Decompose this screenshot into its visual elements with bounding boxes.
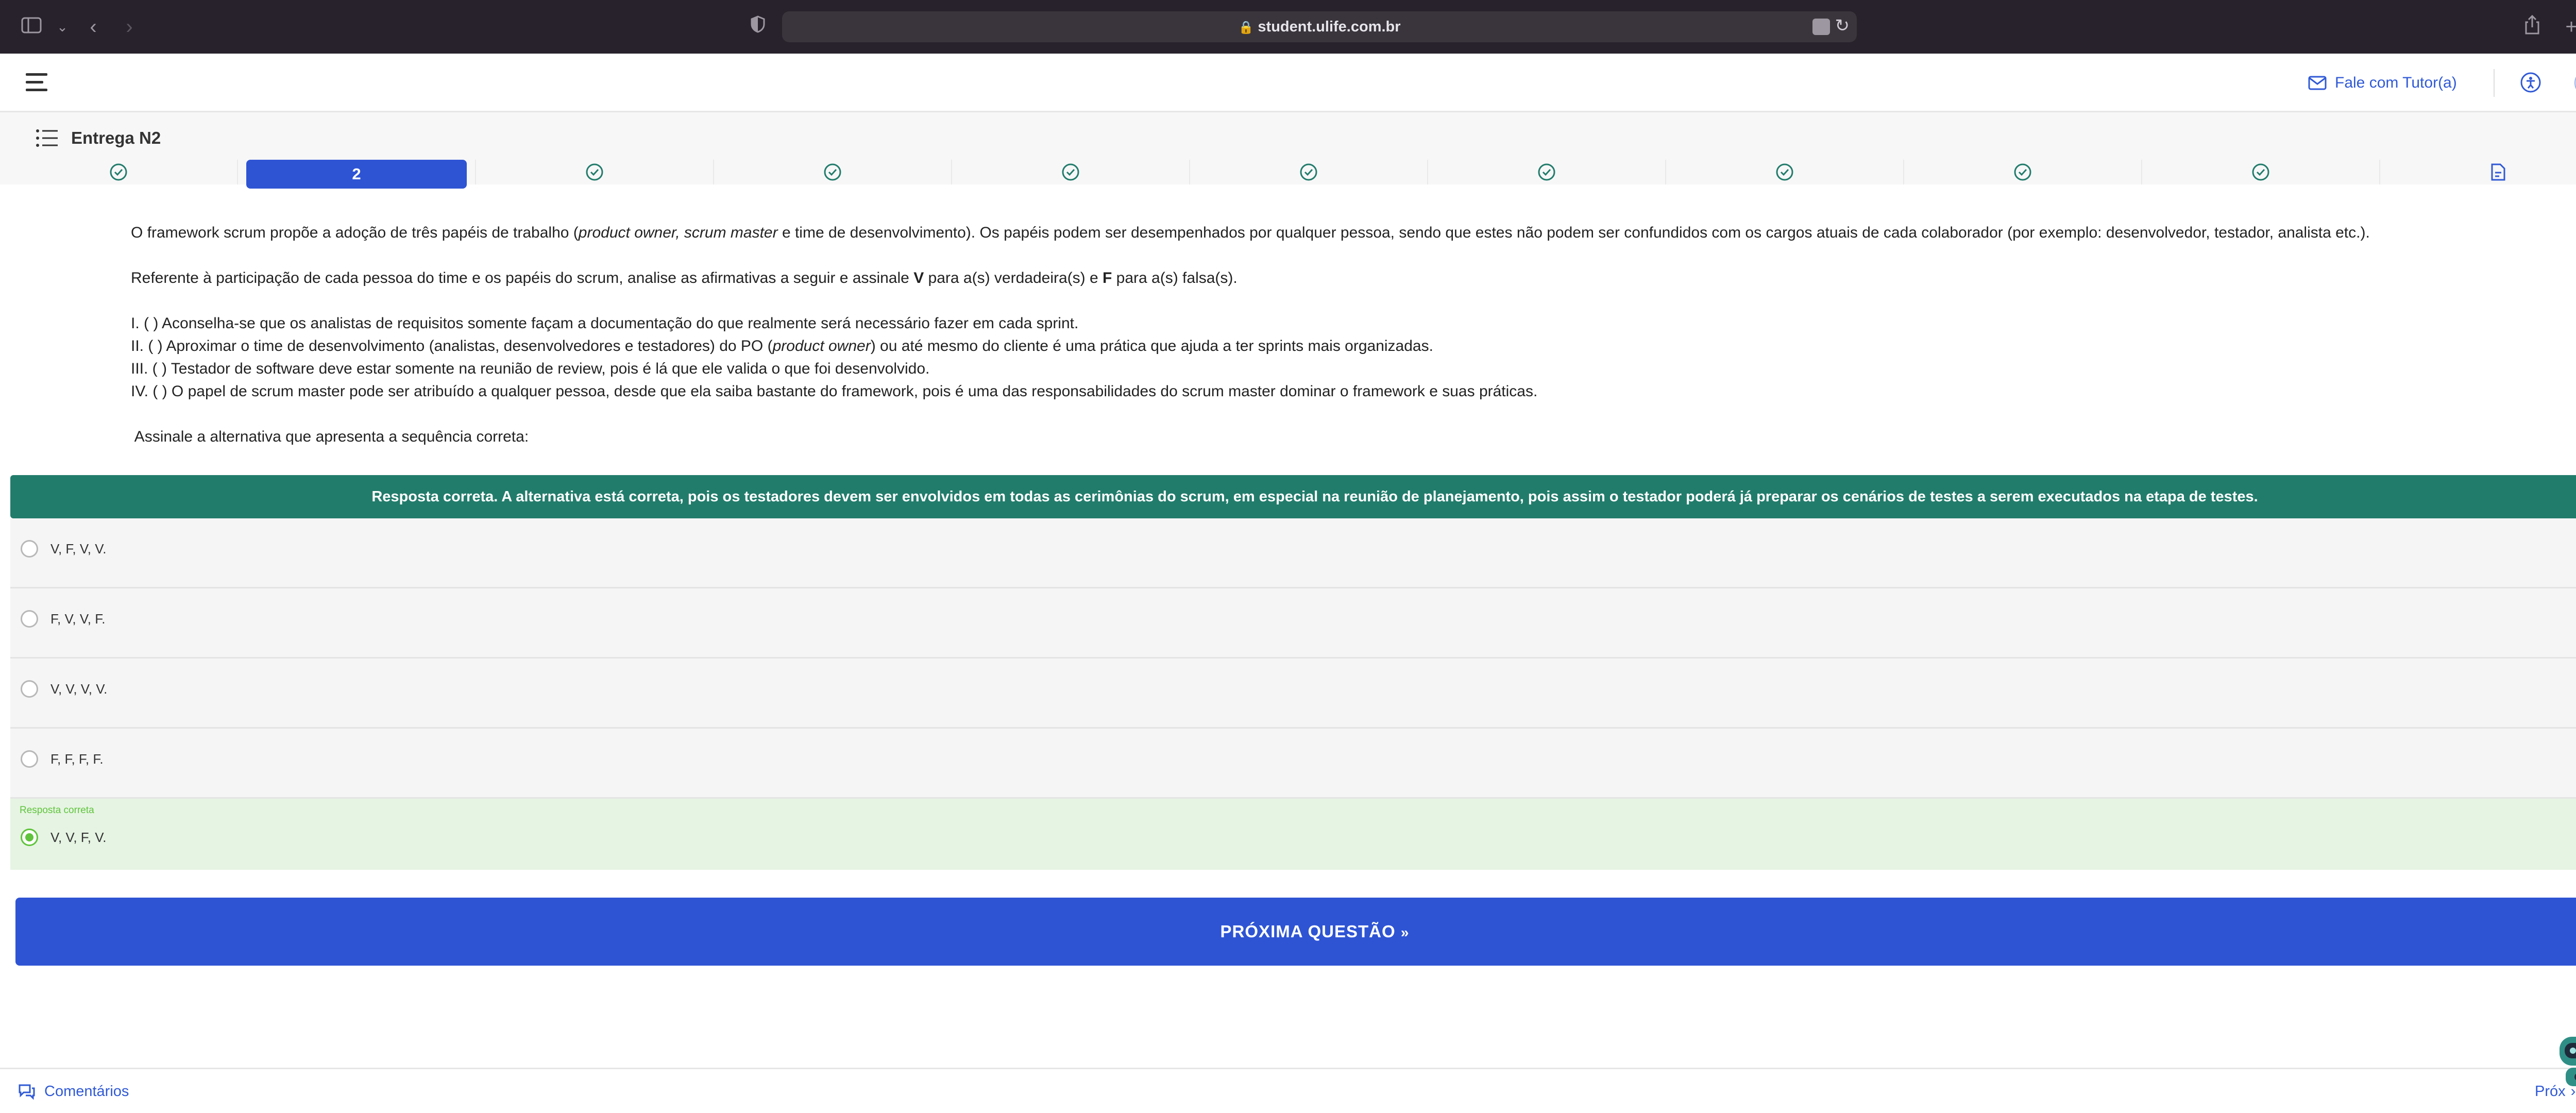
step-item[interactable] [476, 160, 714, 184]
next-question-button[interactable]: PRÓXIMA QUESTÃO » [15, 898, 2576, 966]
contact-tutor-link[interactable]: Fale com Tutor(a) [2308, 71, 2457, 95]
option-label: V, V, F, V. [50, 830, 107, 845]
statement-4: IV. ( ) O papel de scrum master pode ser… [131, 383, 1538, 400]
check-circle-icon [2014, 163, 2031, 181]
statement-2: II. ( ) Aproximar o time de desenvolvime… [131, 338, 1433, 355]
back-icon[interactable]: ‹ [80, 14, 106, 40]
radio-button[interactable] [21, 610, 38, 628]
share-icon[interactable] [2519, 14, 2545, 40]
step-item[interactable] [1428, 160, 1666, 184]
list-icon[interactable] [35, 128, 59, 148]
step-item[interactable] [1904, 160, 2142, 184]
assignment-header: Entrega N2 2 [0, 112, 2576, 189]
answer-option-correct[interactable]: Resposta correta V, V, F, V. [10, 799, 2576, 870]
forward-icon[interactable]: › [116, 14, 142, 40]
check-circle-icon [1062, 163, 1079, 181]
menu-icon[interactable] [26, 73, 47, 92]
check-circle-icon [586, 163, 603, 181]
option-label: F, V, V, F. [50, 611, 106, 627]
correct-answer-tag: Resposta correta [20, 805, 94, 816]
check-circle-icon [2252, 163, 2269, 181]
question-paragraph: O framework scrum propõe a adoção de trê… [131, 224, 2370, 241]
chevron-down-icon[interactable]: ⌄ [49, 14, 75, 40]
answer-option[interactable]: V, F, V, V. [10, 518, 2576, 588]
document-edit-icon [2491, 163, 2505, 181]
statement-1: I. ( ) Aconselha-se que os analistas de … [131, 315, 1079, 332]
accessibility-icon[interactable] [2519, 71, 2542, 94]
radio-button[interactable] [21, 540, 38, 558]
page-title: Entrega N2 [71, 128, 161, 147]
check-circle-icon [110, 163, 127, 181]
check-circle-icon [1300, 163, 1317, 181]
mail-icon [2308, 76, 2327, 90]
option-label: V, F, V, V. [50, 541, 107, 556]
check-circle-icon [824, 163, 841, 181]
answer-option[interactable]: V, V, V, V. [10, 659, 2576, 729]
chatbot-robot-icon[interactable] [2550, 1025, 2576, 1092]
header-divider [2494, 69, 2495, 97]
step-item[interactable] [2142, 160, 2380, 184]
question-instruction: Referente à participação de cada pessoa … [131, 269, 1238, 286]
option-label: V, V, V, V. [50, 681, 108, 697]
check-circle-icon [1776, 163, 1793, 181]
radio-button-selected[interactable] [21, 829, 38, 846]
option-label: F, F, F, F. [50, 751, 104, 767]
browser-toolbar: ⌄ ‹ › 🔒 student.ulife.com.br ↻ + [0, 0, 2576, 54]
footer-bar: Comentários Próx › [0, 1068, 2576, 1113]
question-text: O framework scrum propõe a adoção de trê… [131, 222, 2552, 448]
sidebar-toggle-icon[interactable] [19, 14, 44, 40]
answer-option[interactable]: F, F, F, F. [10, 729, 2576, 799]
shield-icon[interactable] [745, 14, 771, 40]
step-item[interactable] [1666, 160, 1904, 184]
answer-options: V, F, V, V. F, V, V, F. V, V, V, V. F, F… [10, 518, 2576, 870]
new-tab-icon[interactable]: + [2558, 14, 2576, 40]
translate-icon[interactable] [1812, 19, 1830, 35]
app-header: Fale com Tutor(a) [0, 54, 2576, 112]
radio-button[interactable] [21, 750, 38, 768]
comments-link[interactable]: Comentários [18, 1080, 129, 1103]
step-item[interactable] [0, 160, 238, 184]
step-item[interactable] [952, 160, 1190, 184]
statement-3: III. ( ) Testador de software deve estar… [131, 360, 930, 377]
answer-option[interactable]: F, V, V, F. [10, 588, 2576, 659]
comments-icon [19, 1084, 35, 1100]
radio-button[interactable] [21, 680, 38, 698]
step-item[interactable]: 2 [238, 160, 476, 189]
lock-icon: 🔒 [1238, 21, 1254, 35]
question-stepper: 2 [0, 160, 2576, 189]
step-item[interactable] [1190, 160, 1428, 184]
step-item[interactable] [714, 160, 952, 184]
url-text: 🔒 student.ulife.com.br [1238, 19, 1401, 35]
step-active[interactable]: 2 [246, 160, 467, 189]
question-prompt: Assinale a alternativa que apresenta a s… [131, 428, 529, 445]
check-circle-icon [1538, 163, 1555, 181]
address-bar[interactable]: 🔒 student.ulife.com.br ↻ [782, 11, 1857, 42]
answer-feedback-banner: Resposta correta. A alternativa está cor… [10, 475, 2576, 518]
double-chevron-right-icon: » [1400, 924, 1410, 940]
step-item[interactable] [2380, 160, 2576, 184]
user-avatar-icon[interactable] [2574, 69, 2576, 97]
reload-icon[interactable]: ↻ [1835, 15, 1850, 36]
